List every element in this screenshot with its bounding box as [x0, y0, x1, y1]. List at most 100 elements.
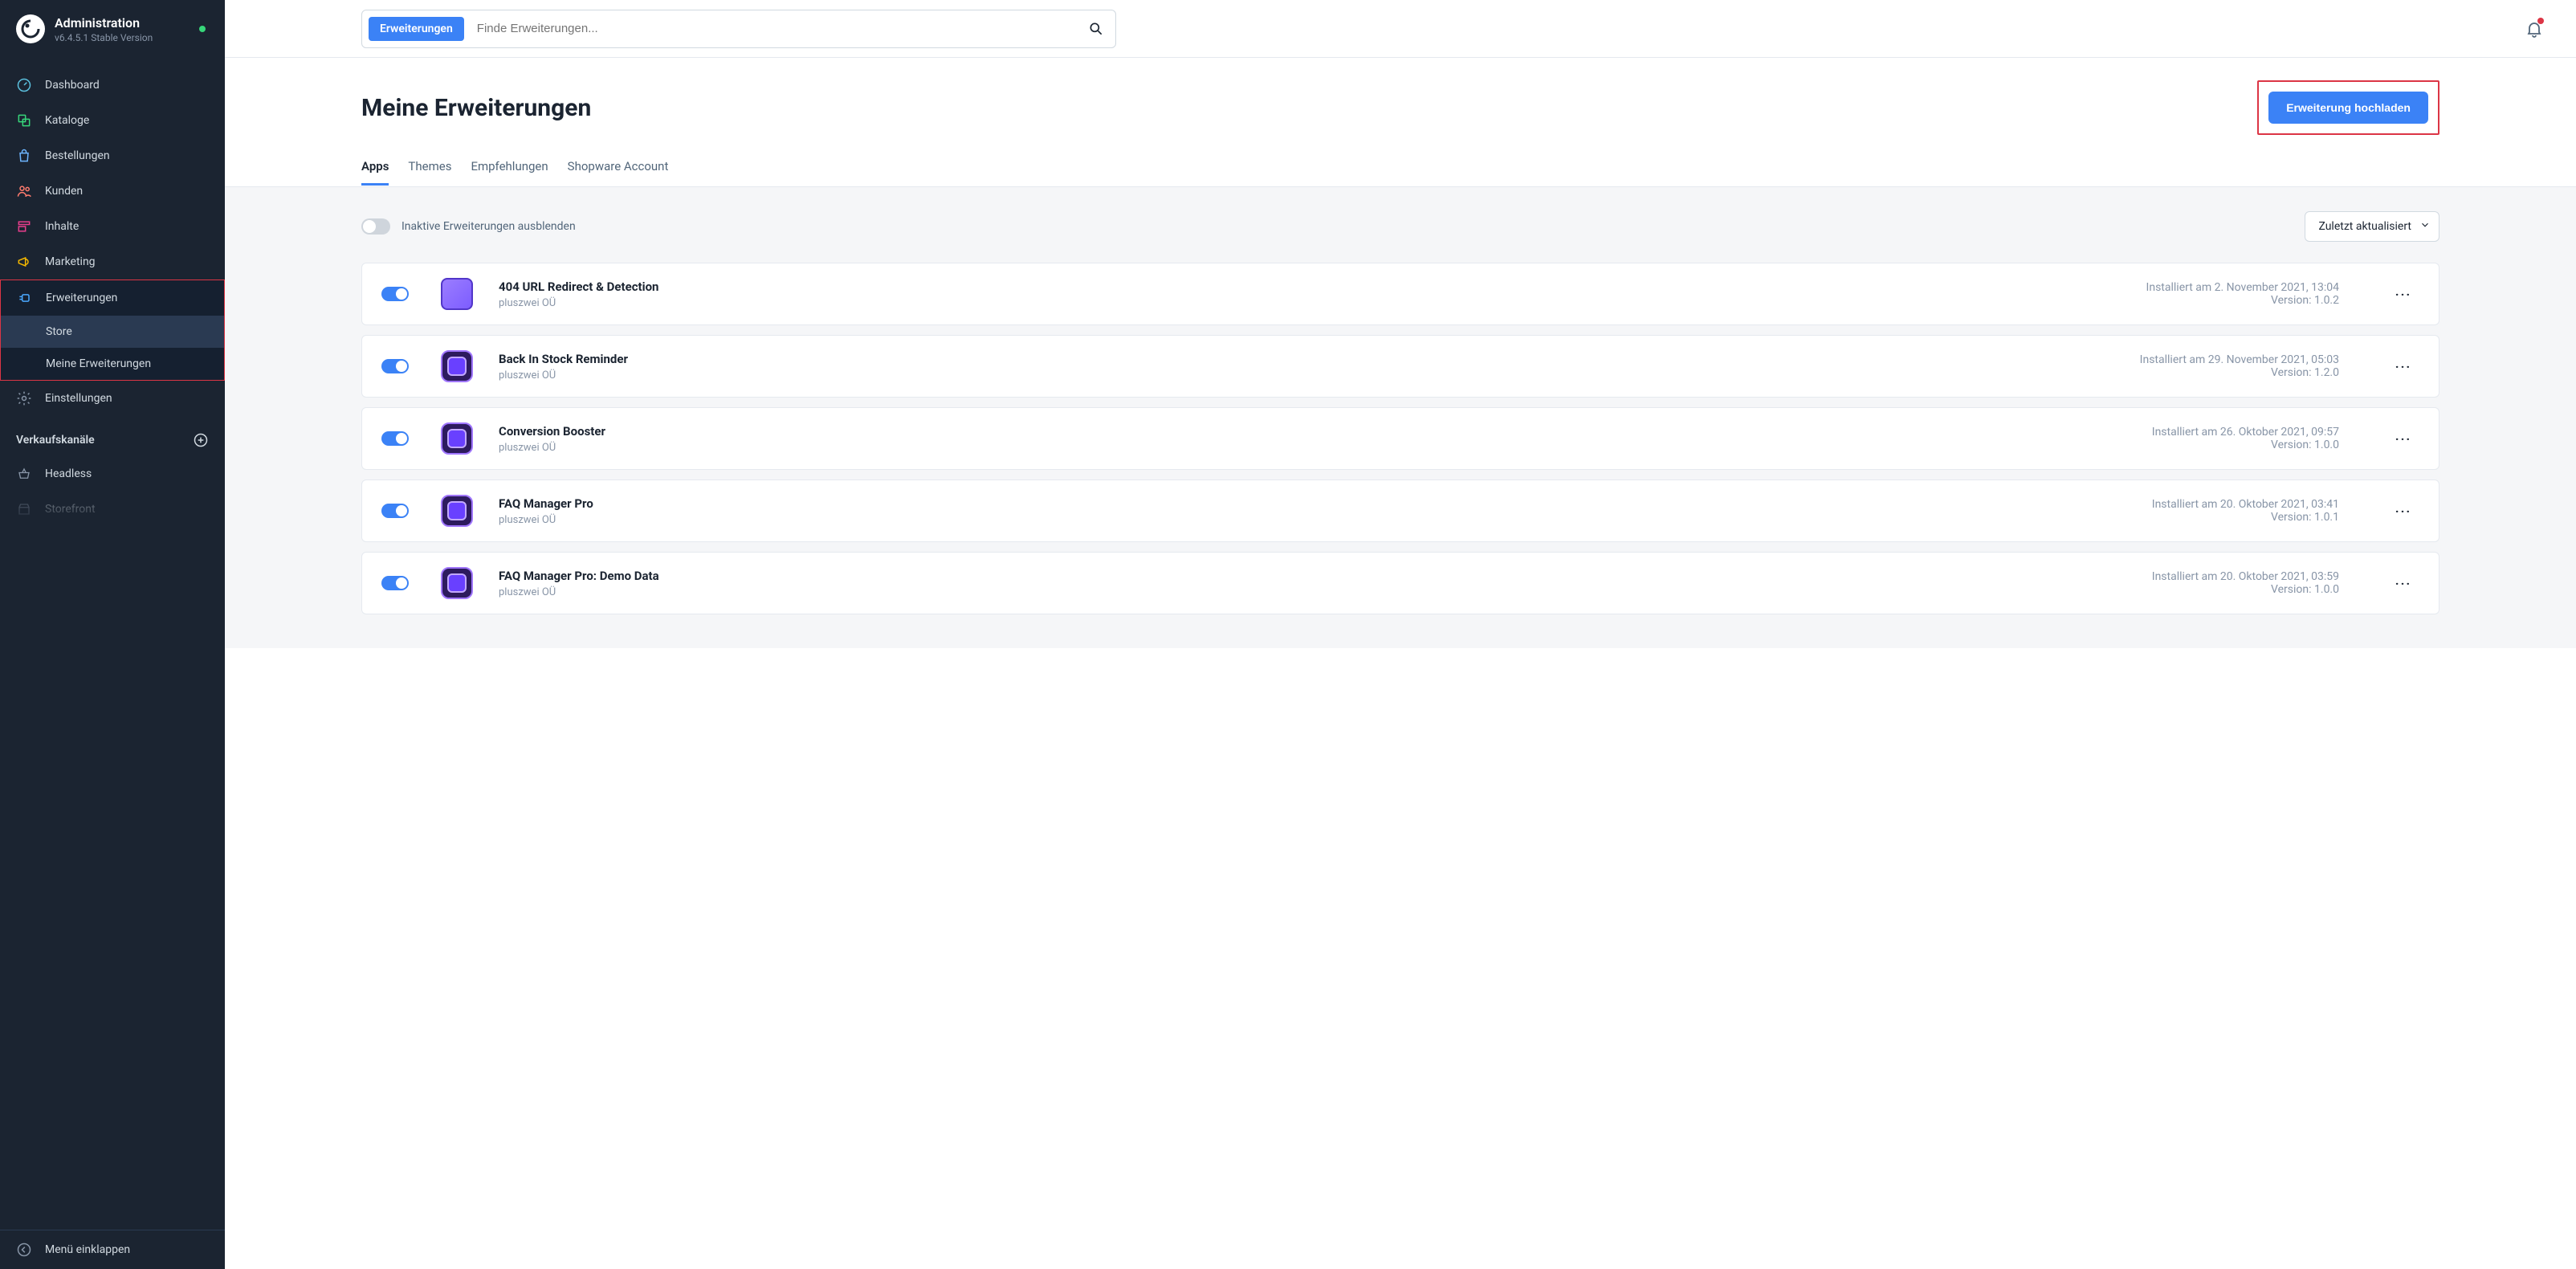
content-area: Inaktive Erweiterungen ausblenden Zuletz…: [225, 186, 2576, 648]
gear-icon: [16, 390, 32, 406]
extension-name: 404 URL Redirect & Detection: [499, 280, 658, 294]
notification-dot-icon: [2537, 18, 2544, 24]
extension-icon: [441, 350, 473, 382]
sidebar-item-orders[interactable]: Bestellungen: [0, 138, 225, 173]
extension-author: pluszwei OÜ: [499, 586, 659, 598]
tab-recommendations[interactable]: Empfehlungen: [471, 153, 548, 186]
search-bar[interactable]: Erweiterungen: [361, 10, 1116, 48]
sidebar-item-headless[interactable]: Headless: [0, 456, 225, 492]
extension-icon: [441, 495, 473, 527]
sidebar-item-settings[interactable]: Einstellungen: [0, 381, 225, 416]
status-dot-icon: [199, 26, 206, 32]
extension-name: Back In Stock Reminder: [499, 352, 628, 366]
extension-active-toggle[interactable]: [381, 287, 409, 301]
sidebar-item-label: Erweiterungen: [46, 292, 117, 304]
extension-info: Conversion Booster pluszwei OÜ: [499, 424, 605, 454]
extension-active-toggle[interactable]: [381, 431, 409, 446]
extension-installed-date: Installiert am 20. Oktober 2021, 03:41: [2152, 498, 2339, 511]
sidebar-highlight-extensions: Erweiterungen Store Meine Erweiterungen: [0, 280, 225, 381]
page-header: Meine Erweiterungen Erweiterung hochlade…: [361, 58, 2439, 153]
extension-installed-date: Installiert am 26. Oktober 2021, 09:57: [2152, 426, 2339, 439]
extension-icon: [441, 422, 473, 455]
sidebar-item-label: Inhalte: [45, 220, 79, 233]
extension-author: pluszwei OÜ: [499, 442, 605, 454]
extension-icon: [441, 278, 473, 310]
sort-dropdown[interactable]: Zuletzt aktualisiert: [2305, 211, 2439, 242]
extension-author: pluszwei OÜ: [499, 297, 658, 309]
extension-meta: Installiert am 26. Oktober 2021, 09:57 V…: [2152, 426, 2339, 451]
sidebar-item-dashboard[interactable]: Dashboard: [0, 67, 225, 103]
search-scope-tag[interactable]: Erweiterungen: [369, 17, 464, 41]
extension-icon: [441, 567, 473, 599]
extension-more-button[interactable]: ···: [2387, 431, 2419, 447]
search-input[interactable]: [464, 10, 1077, 47]
extension-info: FAQ Manager Pro: Demo Data pluszwei OÜ: [499, 569, 659, 598]
extension-more-button[interactable]: ···: [2387, 504, 2419, 519]
extension-row: Back In Stock Reminder pluszwei OÜ Insta…: [361, 335, 2439, 398]
layout-icon: [16, 218, 32, 235]
extension-meta: Installiert am 2. November 2021, 13:04 V…: [2146, 281, 2339, 307]
sidebar-item-label: Kunden: [45, 185, 83, 198]
tab-themes[interactable]: Themes: [408, 153, 451, 186]
extension-info: 404 URL Redirect & Detection pluszwei OÜ: [499, 280, 658, 309]
extension-installed-date: Installiert am 20. Oktober 2021, 03:59: [2152, 570, 2339, 583]
extension-active-toggle[interactable]: [381, 359, 409, 373]
app-version: v6.4.5.1 Stable Version: [55, 32, 153, 43]
sidebar-item-marketing[interactable]: Marketing: [0, 244, 225, 280]
extension-version: Version: 1.0.0: [2271, 439, 2339, 451]
copy-icon: [16, 112, 32, 129]
extension-version: Version: 1.0.2: [2271, 294, 2339, 307]
extension-meta: Installiert am 29. November 2021, 05:03 …: [2140, 353, 2339, 379]
extension-row: FAQ Manager Pro: Demo Data pluszwei OÜ I…: [361, 552, 2439, 614]
notifications-button[interactable]: [2525, 19, 2544, 39]
extension-more-button[interactable]: ···: [2387, 576, 2419, 591]
tab-apps[interactable]: Apps: [361, 153, 389, 186]
hide-inactive-toggle[interactable]: [361, 218, 390, 235]
sidebar-item-catalogs[interactable]: Kataloge: [0, 103, 225, 138]
sidebar-item-label: Store: [46, 325, 72, 338]
sidebar-item-label: Dashboard: [45, 79, 100, 92]
extension-info: FAQ Manager Pro pluszwei OÜ: [499, 496, 593, 526]
tabs: Apps Themes Empfehlungen Shopware Accoun…: [361, 153, 2439, 186]
hide-inactive-row: Inaktive Erweiterungen ausblenden: [361, 218, 576, 235]
plus-circle-icon[interactable]: [193, 432, 209, 448]
filter-row: Inaktive Erweiterungen ausblenden Zuletz…: [361, 211, 2439, 242]
sidebar-item-extensions[interactable]: Erweiterungen: [1, 280, 224, 316]
sidebar-item-content[interactable]: Inhalte: [0, 209, 225, 244]
sidebar-collapse[interactable]: Menü einklappen: [0, 1230, 225, 1269]
sales-channels-list: Headless Storefront: [0, 456, 225, 527]
extension-info: Back In Stock Reminder pluszwei OÜ: [499, 352, 628, 382]
sidebar-item-label: Storefront: [45, 503, 96, 516]
dots-icon: ···: [2395, 359, 2411, 374]
hide-inactive-label: Inaktive Erweiterungen ausblenden: [401, 220, 576, 233]
sidebar-item-storefront[interactable]: Storefront: [0, 492, 225, 527]
upload-extension-button[interactable]: Erweiterung hochladen: [2268, 92, 2428, 124]
extension-meta: Installiert am 20. Oktober 2021, 03:41 V…: [2152, 498, 2339, 524]
sidebar-item-label: Einstellungen: [45, 392, 112, 405]
extension-name: FAQ Manager Pro: Demo Data: [499, 569, 659, 583]
extensions-list: 404 URL Redirect & Detection pluszwei OÜ…: [361, 263, 2439, 614]
sidebar: Administration v6.4.5.1 Stable Version D…: [0, 0, 225, 1269]
topbar: Erweiterungen: [225, 0, 2576, 58]
sidebar-subitem-my-extensions[interactable]: Meine Erweiterungen: [1, 348, 224, 380]
sidebar-subitem-store[interactable]: Store: [1, 316, 224, 348]
sidebar-item-customers[interactable]: Kunden: [0, 173, 225, 209]
dots-icon: ···: [2395, 504, 2411, 519]
extension-installed-date: Installiert am 2. November 2021, 13:04: [2146, 281, 2339, 294]
users-icon: [16, 183, 32, 199]
dots-icon: ···: [2395, 576, 2411, 591]
extension-more-button[interactable]: ···: [2387, 287, 2419, 302]
gauge-icon: [16, 77, 32, 93]
extension-more-button[interactable]: ···: [2387, 359, 2419, 374]
sales-channels-heading: Verkaufskanäle: [0, 416, 225, 456]
extension-author: pluszwei OÜ: [499, 369, 628, 382]
extension-active-toggle[interactable]: [381, 576, 409, 590]
extension-installed-date: Installiert am 29. November 2021, 05:03: [2140, 353, 2339, 366]
extension-active-toggle[interactable]: [381, 504, 409, 518]
storefront-icon: [16, 501, 32, 517]
sidebar-header: Administration v6.4.5.1 Stable Version: [0, 0, 225, 55]
sidebar-item-label: Headless: [45, 467, 92, 480]
sidebar-item-label: Kataloge: [45, 114, 89, 127]
search-icon[interactable]: [1077, 21, 1115, 37]
tab-account[interactable]: Shopware Account: [568, 153, 669, 186]
